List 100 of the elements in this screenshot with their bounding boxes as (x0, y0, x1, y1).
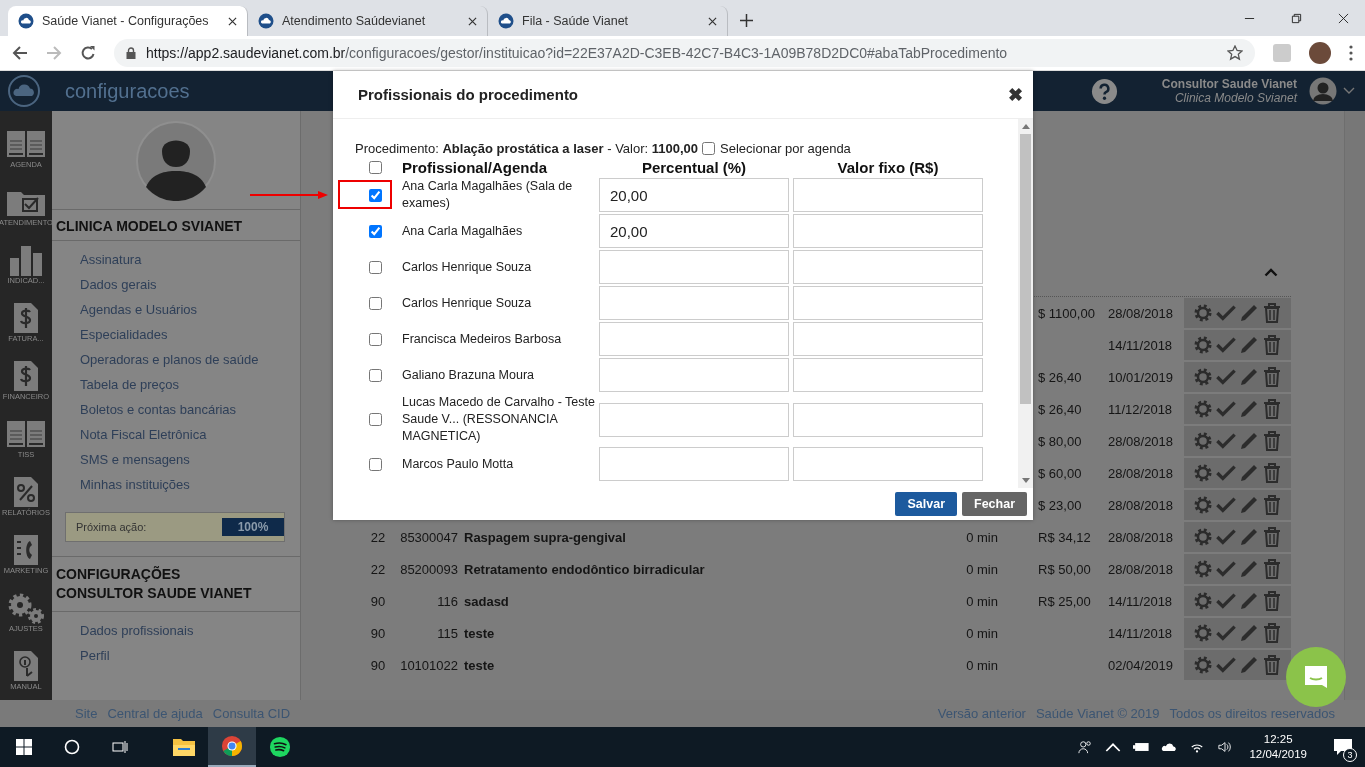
settings-icon[interactable] (1193, 367, 1213, 387)
check-icon[interactable] (1216, 591, 1236, 611)
restore-icon[interactable] (1291, 12, 1302, 24)
settings-icon[interactable] (1193, 559, 1213, 579)
avatar-icon[interactable] (1309, 77, 1337, 105)
search-icon[interactable] (64, 739, 80, 755)
collapse-caret-icon[interactable] (1264, 268, 1278, 277)
plus-icon[interactable] (740, 14, 753, 27)
checkbox[interactable] (702, 142, 716, 155)
settings-icon[interactable] (1193, 527, 1213, 547)
menu-link[interactable]: Tabela de preços (80, 376, 179, 394)
menu-link[interactable]: Minhas instituições (80, 476, 190, 494)
percent-field[interactable] (599, 322, 789, 356)
scrollbar[interactable] (1344, 111, 1365, 700)
select-all-checkbox[interactable] (368, 161, 382, 174)
checkbox[interactable] (368, 332, 382, 346)
pencil-icon[interactable] (1239, 527, 1259, 547)
checkbox[interactable] (368, 188, 382, 202)
fixed-value-field[interactable] (793, 250, 983, 284)
settings-icon[interactable] (1193, 591, 1213, 611)
close-icon[interactable] (468, 16, 477, 26)
trash-icon[interactable] (1262, 655, 1282, 675)
checkbox[interactable] (368, 368, 382, 382)
pencil-icon[interactable] (1239, 623, 1259, 643)
pencil-icon[interactable] (1239, 431, 1259, 451)
settings-icon[interactable] (1193, 623, 1213, 643)
fixed-value-field[interactable] (793, 358, 983, 392)
check-icon[interactable] (1216, 527, 1236, 547)
star-icon[interactable] (1227, 45, 1243, 61)
check-icon[interactable] (1216, 495, 1236, 515)
close-icon[interactable] (228, 16, 237, 26)
close-button[interactable]: Fechar (962, 492, 1027, 516)
percent-field[interactable]: 20,00 (599, 178, 789, 212)
pencil-icon[interactable] (1239, 591, 1259, 611)
trash-icon[interactable] (1262, 399, 1282, 419)
settings-icon[interactable] (1193, 463, 1213, 483)
fixed-value-field[interactable] (793, 214, 983, 248)
settings-icon[interactable] (1193, 495, 1213, 515)
settings-icon[interactable] (1193, 303, 1213, 323)
pencil-icon[interactable] (1239, 367, 1259, 387)
pencil-icon[interactable] (1239, 399, 1259, 419)
settings-icon[interactable] (1193, 431, 1213, 451)
trash-icon[interactable] (1262, 559, 1282, 579)
fixed-value-field[interactable] (793, 286, 983, 320)
menu-link[interactable]: Assinatura (80, 251, 142, 269)
trash-icon[interactable] (1262, 495, 1282, 515)
checkbox[interactable] (368, 296, 382, 310)
close-button[interactable]: ✖ (1008, 83, 1023, 106)
pencil-icon[interactable] (1239, 335, 1259, 355)
check-icon[interactable] (1216, 367, 1236, 387)
check-icon[interactable] (1216, 559, 1236, 579)
notification-icon[interactable] (1333, 738, 1353, 756)
fixed-value-field[interactable] (793, 402, 983, 437)
profile-avatar[interactable] (1309, 42, 1331, 64)
scroll-up-icon[interactable] (1021, 124, 1030, 129)
menu-link[interactable]: Dados gerais (80, 276, 157, 294)
trash-icon[interactable] (1262, 623, 1282, 643)
percent-field[interactable] (599, 402, 789, 437)
menu-link[interactable]: Especialidades (80, 326, 168, 344)
menu-icon[interactable] (1349, 45, 1353, 61)
checkbox[interactable] (368, 224, 382, 238)
cloud-logo-icon[interactable] (8, 75, 40, 107)
save-button[interactable]: Salvar (895, 492, 957, 516)
trash-icon[interactable] (1262, 463, 1282, 483)
task-view-icon[interactable] (112, 739, 128, 755)
pencil-icon[interactable] (1239, 559, 1259, 579)
pencil-icon[interactable] (1239, 655, 1259, 675)
address-bar[interactable]: https://app2.saudevianet.com.br/configuracoes/gestor/instituicao?id=22E37A2D-C3EB-42C7-B4C3-1A09B78D2DC0#abaTabProcedimento (114, 39, 1255, 67)
close-icon[interactable] (1338, 12, 1349, 24)
close-icon[interactable] (708, 16, 717, 26)
check-icon[interactable] (1216, 655, 1236, 675)
check-icon[interactable] (1216, 399, 1236, 419)
help-icon[interactable] (1090, 77, 1118, 105)
settings-icon[interactable] (1193, 655, 1213, 675)
windows-start-icon[interactable] (16, 739, 32, 755)
menu-link[interactable]: Perfil (80, 647, 110, 665)
browser-tab[interactable]: Saúde Vianet - Configurações (8, 6, 248, 36)
menu-link[interactable]: Agendas e Usuários (80, 301, 198, 319)
check-icon[interactable] (1216, 303, 1236, 323)
fixed-value-field[interactable] (793, 178, 983, 212)
check-icon[interactable] (1216, 431, 1236, 451)
percent-field[interactable] (599, 358, 789, 392)
pencil-icon[interactable] (1239, 463, 1259, 483)
menu-link[interactable]: SMS e mensagens (80, 451, 190, 469)
trash-icon[interactable] (1262, 335, 1282, 355)
check-icon[interactable] (1216, 335, 1236, 355)
trash-icon[interactable] (1262, 303, 1282, 323)
check-icon[interactable] (1216, 463, 1236, 483)
trash-icon[interactable] (1262, 367, 1282, 387)
checkbox[interactable] (368, 413, 382, 426)
pencil-icon[interactable] (1239, 495, 1259, 515)
volume-icon[interactable] (1217, 740, 1234, 754)
checkbox[interactable] (368, 457, 382, 471)
menu-link[interactable]: Dados profissionais (80, 622, 194, 640)
percent-field[interactable]: 20,00 (599, 214, 789, 248)
trash-icon[interactable] (1262, 431, 1282, 451)
percent-field[interactable] (599, 286, 789, 320)
pencil-icon[interactable] (1239, 303, 1259, 323)
battery-icon[interactable] (1133, 740, 1150, 754)
scroll-down-icon[interactable] (1021, 478, 1030, 483)
